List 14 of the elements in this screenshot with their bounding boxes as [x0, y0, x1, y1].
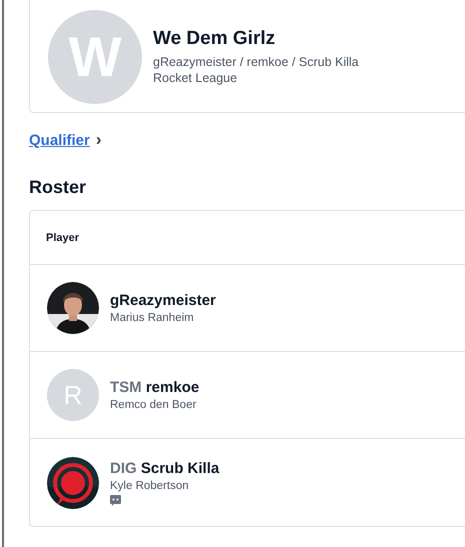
- game-name: Rocket League: [153, 71, 238, 85]
- column-header: Player: [46, 232, 80, 244]
- player-name: DIG Scrub Killa: [110, 460, 220, 476]
- real-name: Kyle Robertson: [110, 480, 190, 492]
- player-name: TSM remkoe: [110, 379, 200, 396]
- team-name: We Dem Girlz: [153, 28, 276, 50]
- chat-icon[interactable]: [110, 494, 121, 506]
- section-title: Roster: [29, 177, 88, 198]
- player-name: gReazymeister: [110, 292, 216, 309]
- team-members: gReazymeister / remkoe / Scrub Killa: [153, 55, 359, 69]
- real-name: Remco den Boer: [110, 399, 198, 411]
- qualifier-link[interactable]: Qualifier: [29, 132, 90, 148]
- chevron-icon: ›: [96, 130, 102, 150]
- real-name: Marius Ranheim: [110, 312, 195, 324]
